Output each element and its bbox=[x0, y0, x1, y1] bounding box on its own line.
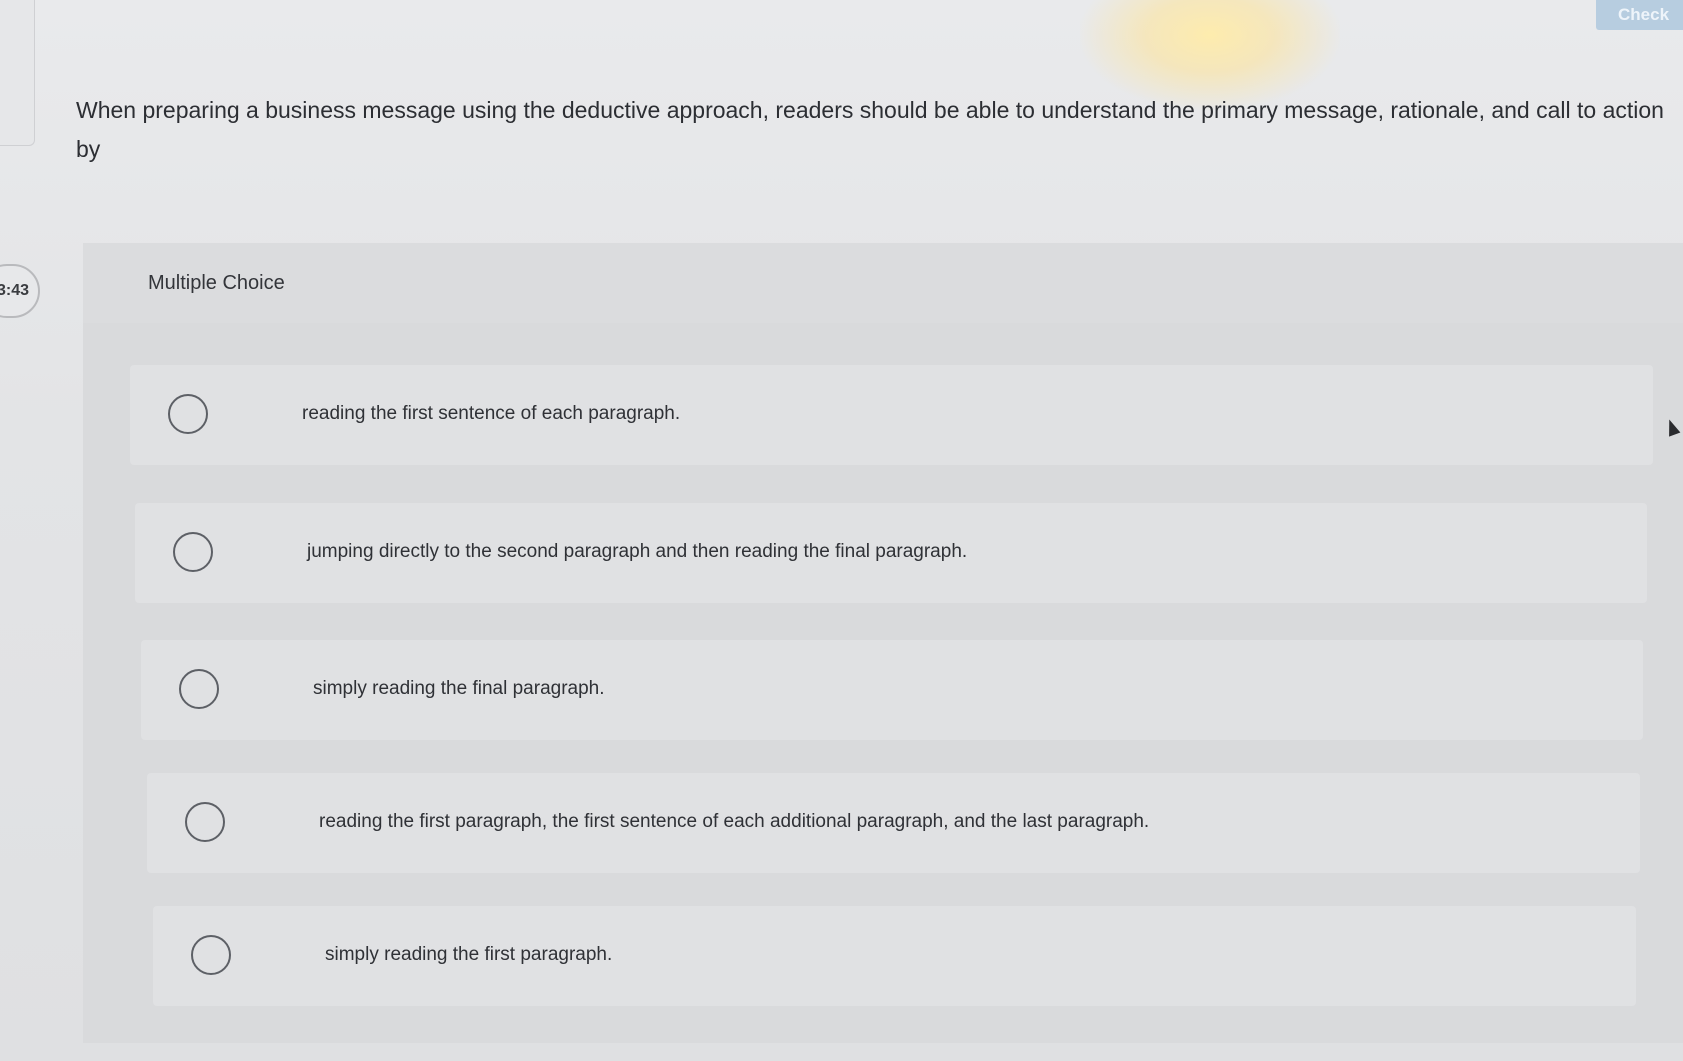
radio-button-2[interactable] bbox=[173, 532, 213, 572]
answer-option-1[interactable]: reading the first sentence of each parag… bbox=[130, 365, 1653, 465]
radio-button-3[interactable] bbox=[179, 669, 219, 709]
check-button[interactable]: Check bbox=[1596, 0, 1683, 30]
answer-option-label: reading the first paragraph, the first s… bbox=[319, 811, 1150, 832]
answer-option-label: jumping directly to the second paragraph… bbox=[307, 541, 968, 562]
answer-option-5[interactable]: simply reading the first paragraph. bbox=[153, 906, 1636, 1006]
multiple-choice-card: Multiple Choice reading the first senten… bbox=[83, 243, 1683, 1043]
radio-button-4[interactable] bbox=[185, 802, 225, 842]
quiz-page: Check When preparing a business message … bbox=[0, 0, 1683, 1061]
timer-badge: 3:43 bbox=[0, 264, 40, 318]
answer-option-4[interactable]: reading the first paragraph, the first s… bbox=[147, 773, 1640, 873]
answer-option-label: reading the first sentence of each parag… bbox=[302, 403, 681, 424]
quiz-header: Multiple Choice bbox=[83, 243, 1683, 323]
left-panel-edge bbox=[0, 0, 35, 146]
radio-button-5[interactable] bbox=[191, 935, 231, 975]
question-text: When preparing a business message using … bbox=[76, 97, 1664, 162]
radio-button-1[interactable] bbox=[168, 394, 208, 434]
answer-option-label: simply reading the first paragraph. bbox=[325, 944, 613, 965]
answer-option-label: simply reading the final paragraph. bbox=[313, 678, 605, 699]
answer-option-2[interactable]: jumping directly to the second paragraph… bbox=[135, 503, 1647, 603]
question-type-label: Multiple Choice bbox=[148, 272, 285, 294]
answer-option-3[interactable]: simply reading the final paragraph. bbox=[141, 640, 1643, 740]
